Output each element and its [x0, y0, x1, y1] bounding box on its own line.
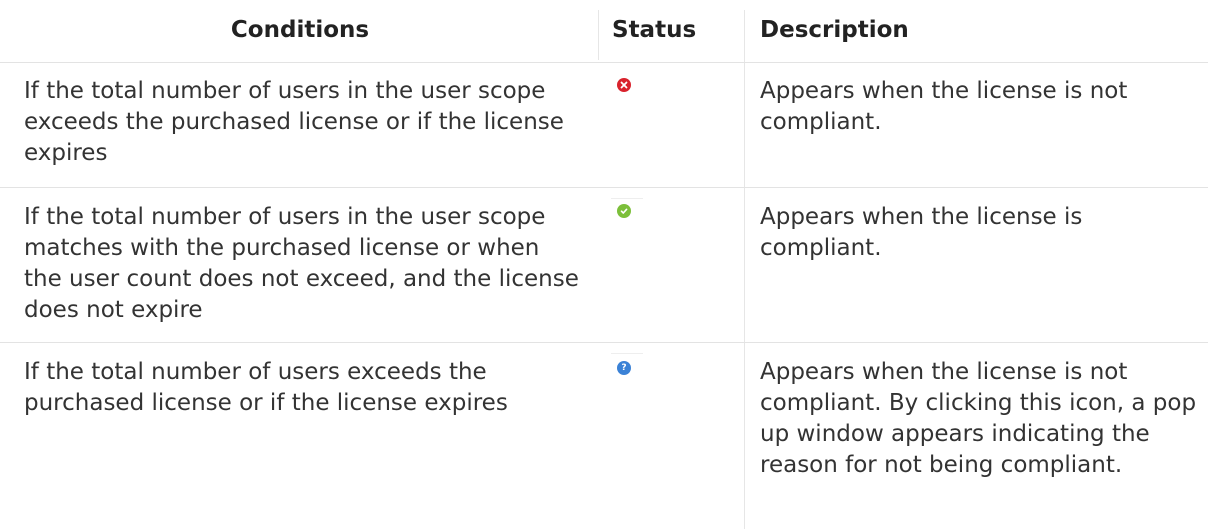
header-conditions: Conditions	[230, 17, 370, 43]
description-cell: Appears when the license is not complian…	[760, 78, 1128, 135]
license-status-table: Conditions Status Description If the tot…	[0, 0, 1208, 529]
condition-cell: If the total number of users exceeds the…	[24, 359, 508, 416]
description-cell: Appears when the license is compliant.	[760, 204, 1083, 261]
table-row: If the total number of users in the user…	[0, 188, 1208, 342]
column-divider-status	[598, 10, 599, 60]
condition-cell: If the total number of users in the user…	[24, 78, 564, 166]
header-status: Status	[612, 17, 697, 43]
condition-cell: If the total number of users in the user…	[24, 204, 579, 323]
question-icon[interactable]: ?	[617, 361, 631, 375]
table-row: If the total number of users in the user…	[0, 63, 1208, 187]
header-description: Description	[760, 17, 909, 43]
check-icon	[617, 204, 631, 218]
error-x-icon	[617, 78, 631, 92]
description-cell: Appears when the license is not complian…	[760, 359, 1197, 478]
icon-frame-line	[611, 353, 643, 354]
table-row: If the total number of users exceeds the…	[0, 343, 1208, 529]
table-header: Conditions Status Description	[0, 0, 1208, 60]
icon-frame-line	[611, 198, 643, 199]
